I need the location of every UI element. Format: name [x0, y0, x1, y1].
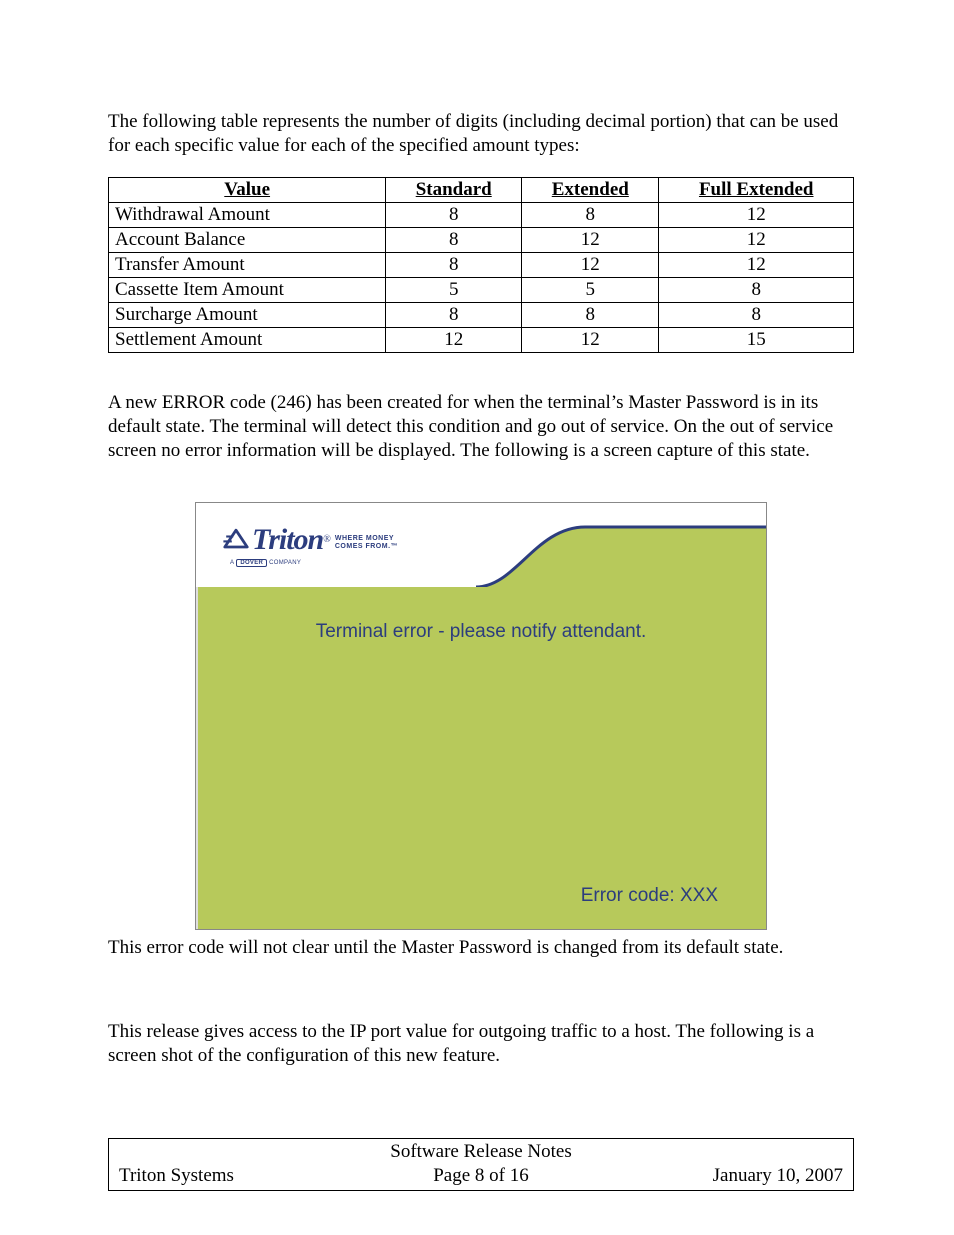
logo-wordmark: Triton: [252, 523, 323, 557]
cell: 12: [522, 327, 659, 352]
header-swoop: [476, 503, 766, 587]
cell: 8: [386, 302, 522, 327]
cell: 12: [659, 227, 854, 252]
cell: 8: [386, 227, 522, 252]
cell: 8: [522, 202, 659, 227]
cell-label: Surcharge Amount: [109, 302, 386, 327]
page-footer: Software Release Notes Triton Systems Pa…: [108, 1138, 854, 1191]
col-standard: Standard: [386, 177, 522, 202]
intro-paragraph: The following table represents the numbe…: [108, 110, 854, 159]
cell-label: Account Balance: [109, 227, 386, 252]
cell: 12: [659, 252, 854, 277]
footer-date: January 10, 2007: [608, 1163, 854, 1191]
cell: 5: [386, 277, 522, 302]
table-row: Cassette Item Amount 5 5 8: [109, 277, 854, 302]
cell: 8: [659, 302, 854, 327]
cell: 12: [659, 202, 854, 227]
table-row: Transfer Amount 8 12 12: [109, 252, 854, 277]
screen-header: Triton ® WHERE MONEY COMES FROM.™ A DOVE…: [196, 503, 766, 587]
digits-table: Value Standard Extended Full Extended Wi…: [108, 177, 854, 353]
post-screenshot-paragraph: This error code will not clear until the…: [108, 936, 854, 960]
col-value: Value: [109, 177, 386, 202]
table-row: Withdrawal Amount 8 8 12: [109, 202, 854, 227]
cell-label: Transfer Amount: [109, 252, 386, 277]
cell: 8: [522, 302, 659, 327]
footer-company: Triton Systems: [109, 1163, 355, 1191]
table-header-row: Value Standard Extended Full Extended: [109, 177, 854, 202]
terminal-error-message: Terminal error - please notify attendant…: [196, 621, 766, 643]
cell: 12: [386, 327, 522, 352]
footer-info-row: Triton Systems Page 8 of 16 January 10, …: [109, 1163, 854, 1191]
ip-port-paragraph: This release gives access to the IP port…: [108, 1020, 854, 1069]
terminal-screen: Triton ® WHERE MONEY COMES FROM.™ A DOVE…: [195, 502, 767, 930]
cell: 12: [522, 227, 659, 252]
cell: 12: [522, 252, 659, 277]
cell: 15: [659, 327, 854, 352]
cell: 8: [386, 252, 522, 277]
logo-subtext: A DOVER COMPANY: [230, 559, 301, 567]
cell-label: Withdrawal Amount: [109, 202, 386, 227]
terminal-error-code: Error code: XXX: [581, 885, 718, 907]
triton-logo: Triton ® WHERE MONEY COMES FROM.™: [222, 523, 398, 557]
footer-title: Software Release Notes: [109, 1139, 854, 1164]
cell: 5: [522, 277, 659, 302]
cell: 8: [386, 202, 522, 227]
cell-label: Settlement Amount: [109, 327, 386, 352]
cell-label: Cassette Item Amount: [109, 277, 386, 302]
table-row: Settlement Amount 12 12 15: [109, 327, 854, 352]
footer-title-row: Software Release Notes: [109, 1139, 854, 1164]
table-row: Surcharge Amount 8 8 8: [109, 302, 854, 327]
cell: 8: [659, 277, 854, 302]
document-page: The following table represents the numbe…: [0, 0, 954, 1235]
table-row: Account Balance 8 12 12: [109, 227, 854, 252]
terminal-screenshot: Triton ® WHERE MONEY COMES FROM.™ A DOVE…: [195, 502, 767, 930]
triton-logo-icon: [222, 526, 250, 554]
col-full-extended: Full Extended: [659, 177, 854, 202]
logo-tagline: WHERE MONEY COMES FROM.™: [335, 535, 398, 550]
footer-page: Page 8 of 16: [354, 1163, 607, 1191]
col-extended: Extended: [522, 177, 659, 202]
error-paragraph: A new ERROR code (246) has been created …: [108, 391, 854, 464]
